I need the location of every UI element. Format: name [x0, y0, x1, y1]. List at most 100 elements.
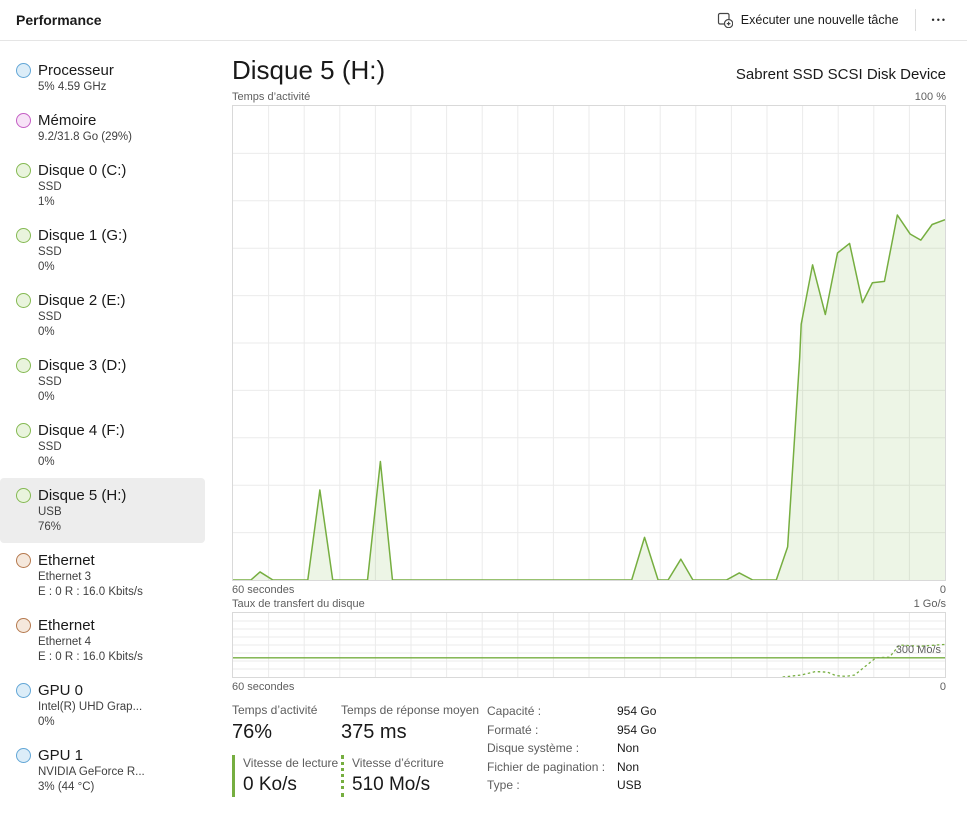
detail-value: Non: [617, 739, 656, 758]
detail-label: Type :: [487, 776, 617, 795]
run-new-task-label: Exécuter une nouvelle tâche: [741, 13, 899, 27]
title-bar: Performance Exécuter une nouvelle tâche …: [0, 0, 967, 41]
transfer-chart-svg: [233, 613, 945, 677]
content: Processeur 5% 4.59 GHz Mémoire 9.2/31.8 …: [0, 41, 967, 822]
sidebar-item-cpu[interactable]: Processeur 5% 4.59 GHz: [0, 53, 205, 103]
sidebar-item-title: Processeur: [38, 61, 114, 80]
sidebar-item-sub: 0%: [38, 390, 126, 405]
activity-chart-max: 100 %: [915, 91, 946, 103]
sidebar-item-sub: USB: [38, 505, 126, 520]
sidebar-item-disk1[interactable]: Disque 1 (G:) SSD 0%: [0, 218, 205, 283]
detail-label: Capacité :: [487, 702, 617, 721]
sidebar-item-sub: 0%: [38, 715, 142, 730]
sidebar-item-disk3[interactable]: Disque 3 (D:) SSD 0%: [0, 348, 205, 413]
sidebar-item-sub: Ethernet 3: [38, 570, 143, 585]
memory-ring-icon: [16, 113, 31, 128]
sidebar-item-sub: 76%: [38, 520, 126, 535]
active-time-value: 76%: [232, 719, 341, 746]
sidebar-item-sub: SSD: [38, 310, 126, 325]
detail-value: 954 Go: [617, 721, 656, 740]
sidebar-item-sub: Intel(R) UHD Grap...: [38, 700, 142, 715]
sidebar-item-sub: E : 0 R : 16.0 Kbits/s: [38, 585, 143, 600]
sidebar-item-memory[interactable]: Mémoire 9.2/31.8 Go (29%): [0, 103, 205, 153]
run-new-task-button[interactable]: Exécuter une nouvelle tâche: [705, 6, 911, 34]
disk-stats: Temps d’activité 76% Vitesse de lecture …: [232, 702, 946, 797]
disk-ring-icon: [16, 423, 31, 438]
sidebar-item-title: Disque 5 (H:): [38, 486, 126, 505]
sidebar-item-sub: 9.2/31.8 Go (29%): [38, 130, 132, 145]
sidebar-item-sub: NVIDIA GeForce R...: [38, 765, 145, 780]
sidebar-item-title: Mémoire: [38, 111, 132, 130]
detail-value: Non: [617, 758, 656, 777]
activity-chart-label: Temps d’activité: [232, 91, 310, 103]
sidebar-item-ethernet3[interactable]: Ethernet Ethernet 3 E : 0 R : 16.0 Kbits…: [0, 543, 205, 608]
sidebar-item-sub: 0%: [38, 455, 125, 470]
sidebar-item-title: GPU 1: [38, 746, 145, 765]
header-actions: Exécuter une nouvelle tâche •••: [705, 6, 959, 34]
disk-detail-panel: Disque 5 (H:) Sabrent SSD SCSI Disk Devi…: [213, 41, 967, 822]
sidebar-item-title: Ethernet: [38, 616, 143, 635]
more-options-button[interactable]: •••: [920, 7, 959, 33]
detail-label: Disque système :: [487, 739, 617, 758]
disk-ring-icon: [16, 358, 31, 373]
write-speed-value: 510 Mo/s: [352, 772, 487, 797]
response-time-value: 375 ms: [341, 719, 487, 746]
sidebar-item-sub: SSD: [38, 375, 126, 390]
ethernet-ring-icon: [16, 618, 31, 633]
activity-chart-svg: [233, 106, 945, 580]
sidebar-item-sub: 3% (44 °C): [38, 780, 145, 795]
sidebar-item-title: GPU 0: [38, 681, 142, 700]
sidebar-item-sub: E : 0 R : 16.0 Kbits/s: [38, 650, 143, 665]
activity-x-right: 0: [940, 584, 946, 596]
transfer-chart: 300 Mo/s: [232, 612, 946, 678]
detail-label: Fichier de pagination :: [487, 758, 617, 777]
detail-label: Formaté :: [487, 721, 617, 740]
sidebar-item-sub: Ethernet 4: [38, 635, 143, 650]
sidebar-item-sub: 0%: [38, 260, 127, 275]
sidebar-item-sub: 0%: [38, 325, 126, 340]
header-divider: [915, 9, 916, 31]
disk-ring-icon: [16, 293, 31, 308]
cpu-ring-icon: [16, 63, 31, 78]
read-speed-value: 0 Ko/s: [243, 772, 341, 797]
sidebar-item-gpu0[interactable]: GPU 0 Intel(R) UHD Grap... 0%: [0, 673, 205, 738]
disk-ring-icon: [16, 488, 31, 503]
sidebar-item-sub: 1%: [38, 195, 126, 210]
sidebar-item-title: Ethernet: [38, 551, 143, 570]
activity-chart: [232, 105, 946, 581]
detail-value: 954 Go: [617, 702, 656, 721]
disk-ring-icon: [16, 163, 31, 178]
transfer-x-left: 60 secondes: [232, 681, 294, 693]
write-speed-block: Vitesse d’écriture 510 Mo/s: [341, 755, 487, 797]
sidebar-item-disk2[interactable]: Disque 2 (E:) SSD 0%: [0, 283, 205, 348]
sidebar-item-sub: 5% 4.59 GHz: [38, 80, 114, 95]
run-new-task-icon: [717, 12, 733, 28]
ethernet-ring-icon: [16, 553, 31, 568]
disk-details-list: Capacité : 954 Go Formaté : 954 Go Disqu…: [487, 702, 656, 797]
gpu-ring-icon: [16, 683, 31, 698]
write-speed-label: Vitesse d’écriture: [352, 755, 487, 772]
transfer-chart-label: Taux de transfert du disque: [232, 598, 365, 610]
transfer-chart-max: 1 Go/s: [914, 598, 946, 610]
sidebar-item-sub: SSD: [38, 245, 127, 260]
sidebar-item-title: Disque 3 (D:): [38, 356, 126, 375]
activity-x-left: 60 secondes: [232, 584, 294, 596]
sidebar-item-title: Disque 2 (E:): [38, 291, 126, 310]
sidebar-item-disk0[interactable]: Disque 0 (C:) SSD 1%: [0, 153, 205, 218]
sidebar-item-sub: SSD: [38, 440, 125, 455]
disk-title: Disque 5 (H:): [232, 53, 385, 87]
performance-sidebar: Processeur 5% 4.59 GHz Mémoire 9.2/31.8 …: [0, 41, 213, 822]
sidebar-item-title: Disque 1 (G:): [38, 226, 127, 245]
page-title: Performance: [16, 12, 102, 28]
sidebar-item-gpu1[interactable]: GPU 1 NVIDIA GeForce R... 3% (44 °C): [0, 738, 205, 803]
sidebar-item-ethernet4[interactable]: Ethernet Ethernet 4 E : 0 R : 16.0 Kbits…: [0, 608, 205, 673]
sidebar-item-disk5[interactable]: Disque 5 (H:) USB 76%: [0, 478, 205, 543]
disk-ring-icon: [16, 228, 31, 243]
gpu-ring-icon: [16, 748, 31, 763]
sidebar-item-disk4[interactable]: Disque 4 (F:) SSD 0%: [0, 413, 205, 478]
response-time-label: Temps de réponse moyen: [341, 702, 487, 719]
read-speed-label: Vitesse de lecture: [243, 755, 341, 772]
read-speed-block: Vitesse de lecture 0 Ko/s: [232, 755, 341, 797]
sidebar-item-title: Disque 4 (F:): [38, 421, 125, 440]
transfer-x-right: 0: [940, 681, 946, 693]
